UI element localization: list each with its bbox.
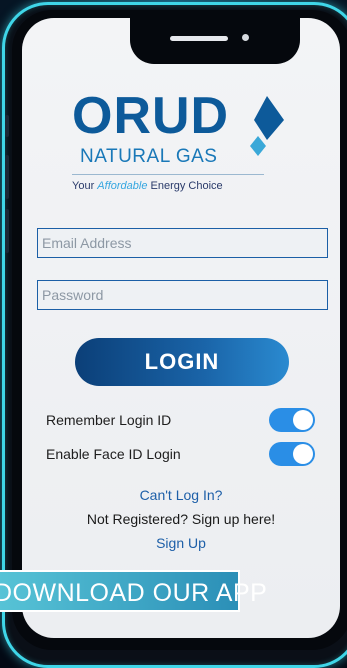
face-id-toggle[interactable] (269, 442, 315, 466)
tagline-prefix: Your (72, 180, 98, 192)
diamond-icon (250, 96, 284, 156)
logo-subtitle: NATURAL GAS (80, 146, 218, 167)
app-screen: ORUD NATURAL GAS Your Affordable Energy … (22, 18, 340, 638)
front-camera (242, 34, 249, 41)
not-registered-text[interactable]: Not Registered? Sign up here! (22, 510, 340, 528)
password-field[interactable] (37, 280, 328, 310)
face-id-label: Enable Face ID Login (46, 446, 181, 462)
download-app-banner[interactable]: DOWNLOAD OUR APP (0, 570, 267, 612)
logo-tagline: Your Affordable Energy Choice (72, 179, 223, 193)
toggle-knob (293, 444, 313, 464)
speaker-grille (170, 36, 228, 41)
toggle-knob (293, 410, 313, 430)
email-field[interactable] (37, 228, 328, 258)
orud-logo: ORUD NATURAL GAS Your Affordable Energy … (62, 86, 312, 216)
tagline-emphasis: Affordable (97, 180, 148, 192)
phone-side-button (5, 155, 9, 199)
banner-text: DOWNLOAD OUR APP (0, 579, 268, 607)
logo-brand: ORUD (72, 87, 230, 145)
phone-side-button (5, 115, 9, 137)
logo-divider (72, 174, 264, 175)
cant-login-link[interactable]: Can't Log In? (22, 486, 340, 504)
tagline-suffix: Energy Choice (147, 180, 223, 192)
login-button[interactable]: LOGIN (75, 338, 289, 386)
remember-login-toggle[interactable] (269, 408, 315, 432)
phone-notch (130, 18, 300, 64)
phone-side-button (5, 209, 9, 253)
remember-login-label: Remember Login ID (46, 412, 172, 428)
sign-up-link[interactable]: Sign Up (22, 534, 340, 552)
